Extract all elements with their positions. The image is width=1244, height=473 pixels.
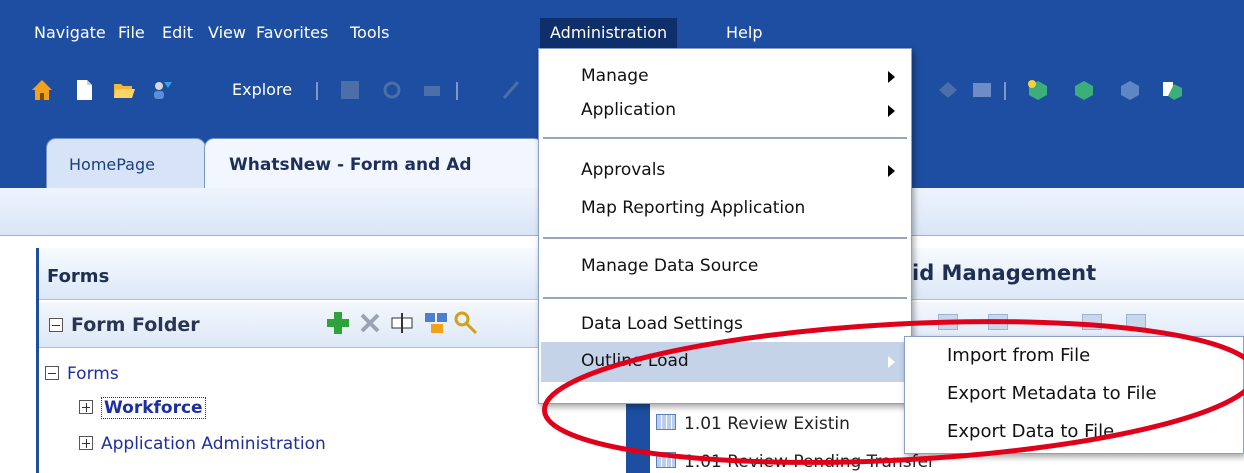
grid-icon[interactable] — [970, 78, 994, 102]
form-folder-title[interactable]: Form Folder — [49, 314, 200, 336]
menu-item-application[interactable]: Application — [541, 93, 909, 127]
menu-item-data-load-settings[interactable]: Data Load Settings — [541, 307, 909, 341]
outline-load-submenu: Import from File Export Metadata to File… — [904, 336, 1244, 454]
cube-icon[interactable] — [1072, 78, 1096, 102]
tab-homepage[interactable]: HomePage — [46, 138, 206, 190]
menu-administration[interactable]: Administration — [540, 18, 678, 48]
home-icon[interactable] — [30, 78, 54, 102]
add-folder-icon[interactable] — [325, 310, 351, 336]
form-row[interactable]: 1.01 Review Pending Transfer — [656, 452, 935, 472]
tab-whatsnew-label: WhatsNew - Form and Ad — [229, 155, 472, 175]
collapse-icon[interactable] — [45, 366, 59, 380]
tree-node-workforce[interactable]: Workforce — [79, 397, 206, 419]
menu-navigate[interactable]: Navigate — [34, 20, 106, 46]
menu-item-map-reporting-application[interactable]: Map Reporting Application — [541, 191, 909, 225]
toolbar-separator — [456, 82, 458, 100]
menu-edit[interactable]: Edit — [162, 20, 193, 46]
new-document-icon[interactable] — [72, 78, 96, 102]
menu-separator — [543, 137, 907, 139]
administration-dropdown: Manage Application Approvals Map Reporti… — [538, 48, 912, 404]
open-folder-icon[interactable] — [112, 78, 136, 102]
submenu-arrow-icon — [888, 71, 895, 83]
menu-item-label: Approvals — [581, 160, 666, 180]
form-row-label: 1.01 Review Pending Transfer — [684, 452, 936, 472]
tree-node-forms[interactable]: Forms — [45, 364, 119, 384]
form-row[interactable]: 1.01 Review Existin — [656, 414, 850, 434]
menu-item-label: Data Load Settings — [581, 314, 743, 334]
tree-node-label: Forms — [67, 364, 119, 384]
form-row-label: 1.01 Review Existin — [684, 414, 850, 434]
rename-folder-icon[interactable] — [389, 310, 415, 336]
collapse-icon[interactable] — [49, 318, 63, 332]
submenu-arrow-icon — [888, 165, 895, 177]
save-icon[interactable] — [338, 78, 362, 102]
explore-label[interactable]: Explore — [232, 78, 292, 102]
move-folder-icon[interactable] — [423, 310, 449, 336]
right-panel-header: id Management — [912, 248, 1244, 300]
forms-panel-title: Forms — [47, 266, 110, 287]
grid-icon[interactable] — [988, 314, 1008, 330]
menu-item-manage[interactable]: Manage — [541, 59, 909, 93]
menu-item-outline-load[interactable]: Outline Load — [541, 342, 909, 382]
tab-homepage-label: HomePage — [69, 155, 155, 174]
form-folder-label: Form Folder — [71, 314, 200, 336]
expand-icon[interactable] — [79, 400, 93, 414]
tree-node-label: Workforce — [101, 397, 206, 419]
grid-icon[interactable] — [1082, 314, 1102, 330]
new-cube-icon[interactable] — [1026, 78, 1050, 102]
form-grid-icon — [656, 414, 676, 430]
expand-icon[interactable] — [79, 436, 93, 450]
menu-file[interactable]: File — [118, 20, 145, 46]
submenu-arrow-icon — [888, 356, 895, 368]
validate-icon[interactable] — [936, 78, 960, 102]
menu-item-label: Manage Data Source — [581, 256, 759, 276]
menu-separator — [543, 297, 907, 299]
menu-separator — [543, 237, 907, 239]
right-panel-title: id Management — [912, 261, 1097, 285]
menu-item-export-data-to-file[interactable]: Export Data to File — [947, 421, 1114, 442]
menu-bar: Navigate File Edit View Favorites Tools … — [0, 0, 1244, 50]
print-icon[interactable] — [420, 78, 444, 102]
edit-pencil-icon[interactable] — [500, 78, 524, 102]
menu-view[interactable]: View — [208, 20, 246, 46]
menu-item-label: Application — [581, 100, 676, 120]
form-grid-icon — [656, 452, 676, 468]
assign-access-icon[interactable] — [453, 310, 479, 336]
menu-item-export-metadata-to-file[interactable]: Export Metadata to File — [947, 383, 1157, 404]
toolbar-separator — [1004, 82, 1006, 100]
menu-item-approvals[interactable]: Approvals — [541, 153, 909, 187]
grid-icon[interactable] — [1126, 314, 1146, 330]
menu-item-label: Outline Load — [581, 351, 689, 371]
tree-node-label: Application Administration — [101, 434, 326, 454]
menu-tools[interactable]: Tools — [350, 20, 389, 46]
menu-help[interactable]: Help — [726, 20, 762, 46]
submenu-arrow-icon — [888, 105, 895, 117]
menu-item-label: Manage — [581, 66, 649, 86]
tree-node-application-administration[interactable]: Application Administration — [79, 434, 326, 454]
menu-favorites[interactable]: Favorites — [256, 20, 328, 46]
cube-page-icon[interactable] — [1160, 78, 1184, 102]
cube-faded-icon[interactable] — [1118, 78, 1142, 102]
menu-item-manage-data-source[interactable]: Manage Data Source — [541, 249, 909, 283]
delete-folder-icon[interactable] — [357, 310, 383, 336]
explore-icon[interactable] — [150, 78, 174, 102]
tab-whatsnew[interactable]: WhatsNew - Form and Ad — [204, 138, 544, 190]
menu-item-import-from-file[interactable]: Import from File — [947, 345, 1090, 366]
refresh-icon[interactable] — [380, 78, 404, 102]
grid-icon[interactable] — [938, 314, 958, 330]
menu-item-label: Map Reporting Application — [581, 198, 806, 218]
toolbar-separator — [316, 82, 318, 100]
